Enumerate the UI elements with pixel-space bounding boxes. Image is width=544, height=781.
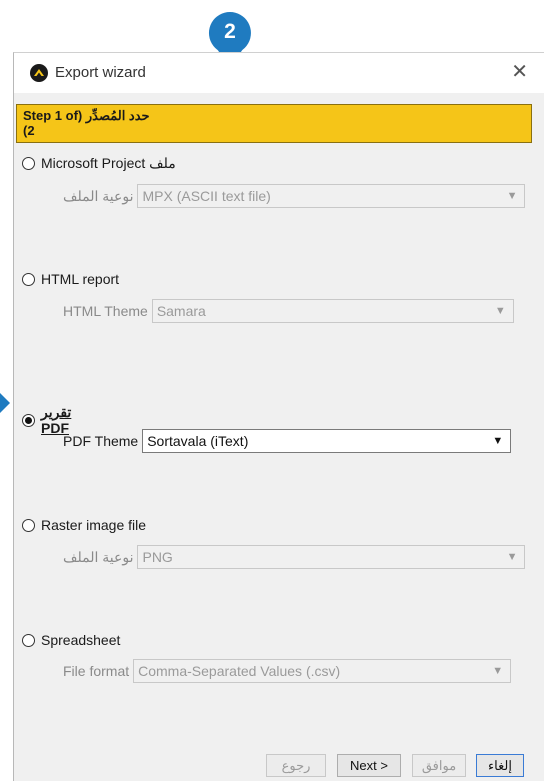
option-label: Raster image file — [41, 517, 147, 533]
close-icon[interactable]: ✕ — [511, 62, 528, 82]
field-label: File format — [63, 663, 130, 679]
field-row-pdf-theme: PDF Theme Sortavala (iText) ▼ — [63, 429, 512, 453]
raster-format-select[interactable]: PNG ▼ — [137, 545, 526, 569]
field-label: PDF Theme — [63, 433, 139, 449]
chevron-down-icon: ▼ — [494, 305, 506, 317]
option-spreadsheet[interactable]: Spreadsheet — [22, 632, 120, 648]
option-microsoft-project[interactable]: Microsoft Project ملف — [22, 155, 176, 171]
radio-spreadsheet[interactable] — [22, 633, 35, 647]
export-wizard-window: Export wizard ✕ Step 1 of) حدد المُصدِّر… — [13, 52, 544, 781]
chevron-down-icon: ▼ — [492, 435, 504, 447]
option-label: Microsoft Project ملف — [41, 155, 176, 171]
option-label: Spreadsheet — [41, 632, 121, 648]
radio-html-report[interactable] — [22, 272, 35, 286]
field-row-html-theme: HTML Theme Samara ▼ — [63, 299, 514, 323]
radio-microsoft-project[interactable] — [22, 156, 35, 170]
app-logo-icon — [30, 64, 48, 82]
field-row-raster: نوعية الملف PNG ▼ — [63, 545, 526, 569]
select-value: PNG — [142, 549, 173, 565]
pointer-arrow-icon — [0, 393, 10, 413]
ok-button[interactable]: موافق — [412, 754, 466, 777]
option-label-line1: تقرير — [41, 404, 72, 420]
html-theme-select[interactable]: Samara ▼ — [151, 299, 514, 323]
chevron-down-icon: ▼ — [506, 551, 518, 563]
select-value: MPX (ASCII text file) — [142, 188, 271, 204]
step-header-line2: (2 — [23, 123, 35, 138]
cancel-button[interactable]: إلغاء — [476, 754, 524, 777]
field-label: نوعية الملف — [63, 187, 134, 204]
field-row-mpx: نوعية الملف MPX (ASCII text file) ▼ — [63, 184, 526, 208]
option-html-report[interactable]: HTML report — [22, 271, 119, 287]
select-value: Sortavala (iText) — [147, 433, 249, 449]
pdf-theme-select[interactable]: Sortavala (iText) ▼ — [142, 429, 512, 453]
callout-number: 2 — [224, 20, 236, 43]
field-label: نوعية الملف — [63, 548, 134, 565]
option-label: HTML report — [41, 271, 120, 287]
wizard-content: Step 1 of) حدد المُصدِّر (2 Microsoft Pr… — [14, 93, 544, 781]
step-header-line1: Step 1 of) حدد المُصدِّر — [23, 108, 150, 123]
option-raster-image[interactable]: Raster image file — [22, 517, 146, 533]
radio-raster-image[interactable] — [22, 518, 35, 532]
mpx-format-select[interactable]: MPX (ASCII text file) ▼ — [137, 184, 526, 208]
chevron-down-icon: ▼ — [492, 665, 504, 677]
title-bar: Export wizard ✕ — [14, 53, 544, 93]
spreadsheet-format-select[interactable]: Comma-Separated Values (.csv) ▼ — [133, 659, 512, 683]
field-label: HTML Theme — [63, 303, 148, 319]
next-button[interactable]: Next > — [337, 754, 401, 777]
back-button[interactable]: رجوع — [266, 754, 326, 777]
radio-pdf-report[interactable] — [22, 413, 35, 427]
chevron-down-icon: ▼ — [506, 190, 518, 202]
select-value: Samara — [156, 303, 206, 319]
window-title: Export wizard — [55, 64, 146, 81]
select-value: Comma-Separated Values (.csv) — [138, 663, 341, 679]
field-row-spreadsheet: File format Comma-Separated Values (.csv… — [63, 659, 512, 683]
step-header: Step 1 of) حدد المُصدِّر (2 — [16, 104, 532, 143]
